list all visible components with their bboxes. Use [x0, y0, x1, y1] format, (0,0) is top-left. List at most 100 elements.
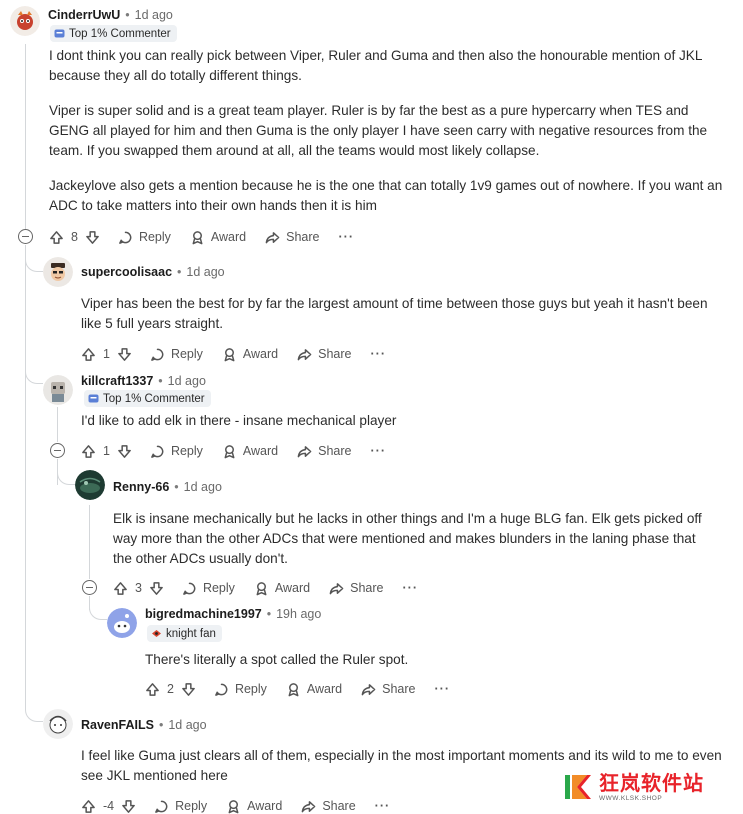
thread-line — [89, 505, 90, 579]
upvote-icon[interactable] — [113, 581, 128, 596]
comment-actions: -4 Reply Award Share ··· — [81, 795, 390, 814]
timestamp[interactable]: 1d ago — [168, 718, 206, 732]
vote-control: 2 — [145, 682, 196, 697]
comment-meta: CinderrUwU • 1d ago — [48, 8, 173, 22]
share-button[interactable]: Share — [297, 347, 352, 362]
flair-icon — [54, 29, 65, 38]
watermark-subtitle: WWW.KLSK.SHOP — [599, 794, 663, 802]
downvote-icon[interactable] — [85, 230, 100, 245]
reply-button[interactable]: Reply — [150, 444, 203, 459]
more-options-button[interactable]: ··· — [371, 347, 387, 361]
avatar-renny-icon — [75, 470, 105, 500]
timestamp[interactable]: 1d ago — [135, 8, 173, 22]
author-name[interactable]: CinderrUwU — [48, 8, 120, 22]
reply-button[interactable]: Reply — [154, 799, 207, 814]
award-label: Award — [274, 581, 311, 595]
award-icon — [224, 347, 235, 361]
separator-dot: • — [266, 607, 272, 621]
downvote-icon[interactable] — [149, 581, 164, 596]
vote-score: -4 — [103, 799, 115, 813]
upvote-icon[interactable] — [81, 444, 96, 459]
author-name[interactable]: killcraft1337 — [81, 374, 153, 388]
share-label: Share — [318, 444, 352, 458]
more-options-button[interactable]: ··· — [435, 682, 451, 696]
downvote-icon[interactable] — [117, 444, 132, 459]
vote-control: 8 — [49, 230, 100, 245]
upvote-icon[interactable] — [145, 682, 160, 697]
award-button[interactable]: Award — [190, 230, 246, 245]
avatar[interactable] — [43, 375, 73, 405]
thread-elbow — [25, 368, 43, 384]
reply-button[interactable]: Reply — [150, 347, 203, 362]
comment-actions: 1 Reply Award Share ··· — [81, 440, 386, 462]
comment-paragraph: Viper has been the best for by far the l… — [81, 296, 708, 331]
share-label: Share — [350, 581, 384, 595]
award-icon — [192, 230, 203, 244]
share-button[interactable]: Share — [265, 230, 320, 245]
award-button[interactable]: Award — [222, 347, 278, 362]
share-icon — [301, 800, 316, 812]
reply-button[interactable]: Reply — [214, 682, 267, 697]
author-name[interactable]: Renny-66 — [113, 480, 169, 494]
collapse-button[interactable] — [50, 443, 65, 458]
author-name[interactable]: supercoolisaac — [81, 265, 172, 279]
award-button[interactable]: Award — [226, 799, 282, 814]
share-icon — [297, 348, 312, 360]
avatar[interactable] — [10, 6, 40, 36]
timestamp[interactable]: 1d ago — [168, 374, 206, 388]
award-label: Award — [242, 347, 279, 361]
site-watermark: 狂岚软件站 WWW.KLSK.SHOP — [543, 760, 743, 814]
separator-dot: • — [177, 265, 182, 279]
downvote-icon[interactable] — [117, 347, 132, 362]
timestamp[interactable]: 19h ago — [276, 607, 321, 621]
author-name[interactable]: bigredmachine1997 — [145, 607, 262, 621]
vote-score: 1 — [103, 347, 110, 361]
comment-actions: 3 Reply Award Share ··· — [113, 577, 418, 599]
share-button[interactable]: Share — [301, 799, 356, 814]
collapse-button[interactable] — [82, 580, 97, 595]
share-button[interactable]: Share — [361, 682, 416, 697]
more-options-button[interactable]: ··· — [403, 581, 419, 595]
upvote-icon[interactable] — [81, 347, 96, 362]
avatar[interactable] — [43, 257, 73, 287]
avatar[interactable] — [43, 709, 73, 739]
timestamp[interactable]: 1d ago — [184, 480, 222, 494]
upvote-icon[interactable] — [49, 230, 64, 245]
more-options-button[interactable]: ··· — [339, 230, 355, 244]
avatar[interactable] — [75, 470, 105, 500]
more-options-button[interactable]: ··· — [375, 799, 391, 813]
collapse-button[interactable] — [18, 229, 33, 244]
separator-dot: • — [158, 374, 163, 388]
watermark-logo-icon — [565, 775, 591, 799]
avatar-cinderr-icon — [10, 6, 40, 36]
downvote-icon[interactable] — [181, 682, 196, 697]
share-button[interactable]: Share — [297, 444, 352, 459]
share-icon — [297, 445, 312, 457]
comment-actions: 1 Reply Award Share ··· — [81, 343, 386, 365]
thread-line — [57, 407, 58, 442]
reply-button[interactable]: Reply — [182, 581, 235, 596]
avatar[interactable] — [107, 608, 137, 638]
reply-button[interactable]: Reply — [118, 230, 171, 245]
author-name[interactable]: RavenFAILS — [81, 718, 154, 732]
award-label: Award — [306, 682, 343, 696]
comment-body: Elk is insane mechanically but he lacks … — [113, 509, 713, 569]
award-button[interactable]: Award — [222, 444, 278, 459]
award-button[interactable]: Award — [286, 682, 342, 697]
timestamp[interactable]: 1d ago — [186, 265, 224, 279]
watermark-text: 狂岚软件站 WWW.KLSK.SHOP — [599, 773, 704, 802]
reply-icon — [155, 800, 168, 813]
separator-dot: • — [158, 718, 164, 732]
comment-meta: Renny-66 • 1d ago — [113, 480, 222, 494]
award-button[interactable]: Award — [254, 581, 310, 596]
upvote-icon[interactable] — [81, 799, 96, 814]
flair-team-logo-icon — [152, 630, 161, 637]
flair-icon — [88, 394, 99, 403]
vote-score: 3 — [135, 581, 142, 595]
thread-line — [25, 44, 26, 230]
reply-icon — [215, 683, 228, 696]
share-button[interactable]: Share — [329, 581, 384, 596]
more-options-button[interactable]: ··· — [371, 444, 387, 458]
vote-control: 1 — [81, 444, 132, 459]
downvote-icon[interactable] — [121, 799, 136, 814]
